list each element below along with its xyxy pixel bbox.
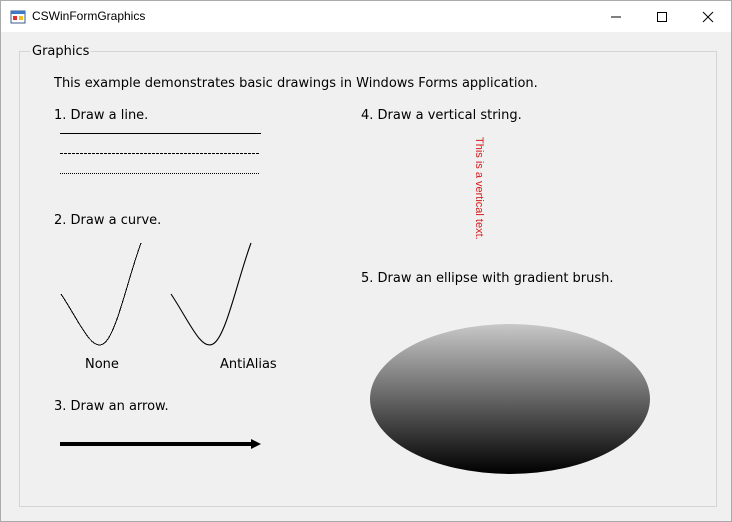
curve-antialias [170,242,252,346]
gradient-ellipse [370,324,650,474]
curve-none [60,242,142,346]
main-window: CSWinFormGraphics Graphics This example … [0,0,732,522]
drawing-canvas [60,133,650,474]
arrow-head [251,439,261,449]
